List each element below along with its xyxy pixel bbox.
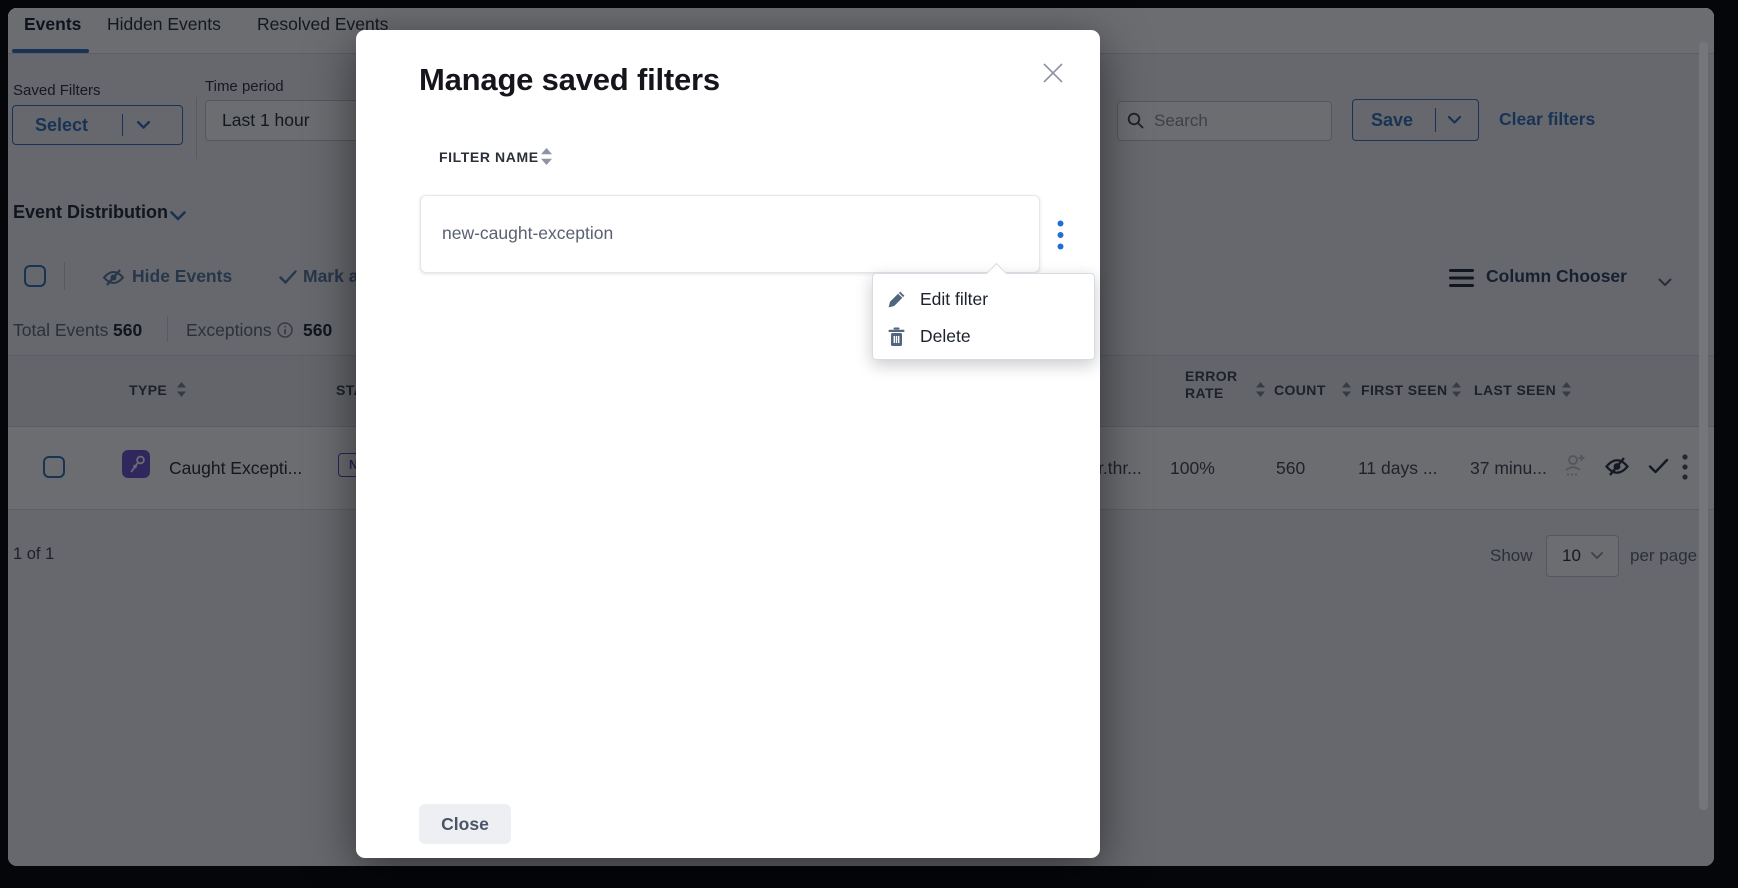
pencil-icon [887,290,906,309]
filter-name-sort-icon[interactable] [541,148,552,165]
modal-title: Manage saved filters [419,62,720,98]
modal-close-icon[interactable] [1036,56,1070,90]
edit-filter-menu-item[interactable]: Edit filter [873,281,1096,318]
edit-filter-label: Edit filter [920,289,988,310]
saved-filter-name: new-caught-exception [442,223,613,244]
filter-kebab-icon[interactable] [1035,210,1085,260]
delete-label: Delete [920,326,971,347]
delete-menu-item[interactable]: Delete [873,318,1096,355]
filter-actions-menu: Edit filter Delete [872,273,1095,360]
trash-icon [887,327,906,347]
filter-name-column-header[interactable]: FILTER NAME [439,149,539,165]
modal-close-button[interactable]: Close [419,804,511,844]
saved-filter-row: new-caught-exception [420,195,1040,273]
manage-saved-filters-modal: Manage saved filters FILTER NAME new-cau… [356,30,1100,858]
scrollbar[interactable] [1699,42,1708,810]
